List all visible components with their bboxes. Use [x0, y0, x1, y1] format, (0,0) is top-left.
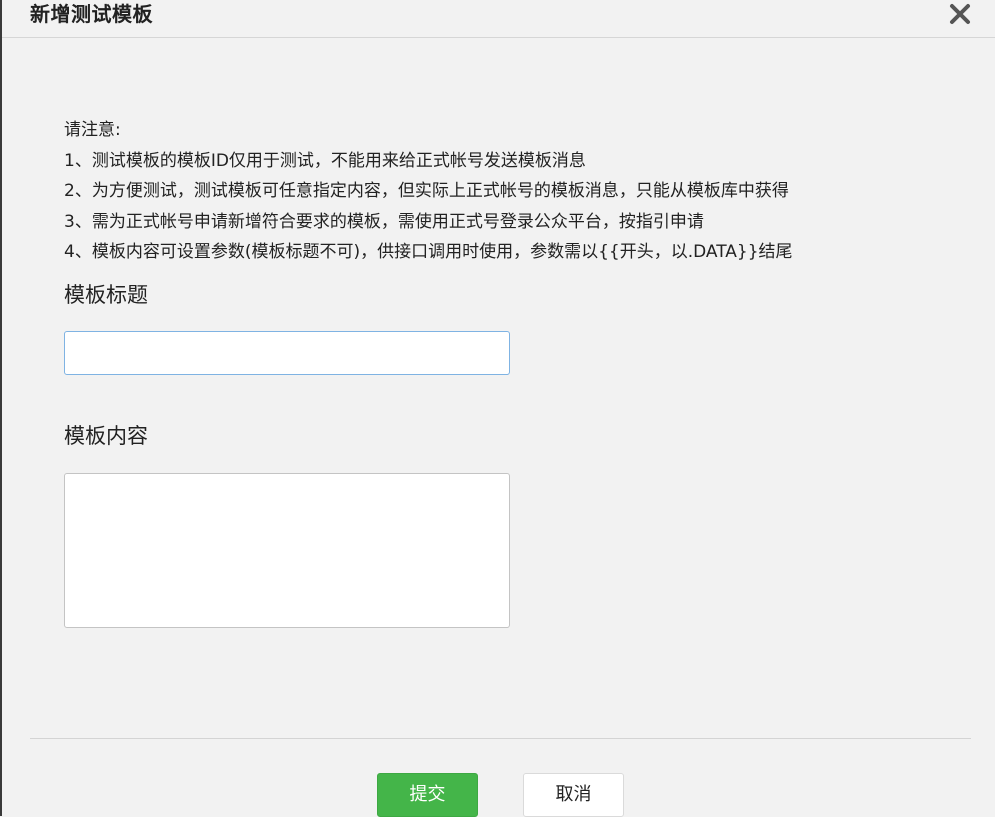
template-content-textarea[interactable]	[64, 473, 510, 628]
submit-button[interactable]: 提交	[377, 773, 478, 817]
template-title-input[interactable]	[64, 331, 510, 375]
dialog-header: 新增测试模板	[2, 0, 995, 38]
footer-divider	[30, 738, 971, 739]
notice-line: 1、测试模板的模板ID仅用于测试，不能用来给正式帐号发送模板消息	[64, 150, 586, 171]
dialog-title: 新增测试模板	[30, 2, 153, 26]
close-icon[interactable]	[947, 1, 973, 27]
notice-line: 3、需为正式帐号申请新增符合要求的模板，需使用正式号登录公众平台，按指引申请	[64, 211, 704, 232]
notice-block: 请注意: 1、测试模板的模板ID仅用于测试，不能用来给正式帐号发送模板消息 2、…	[64, 115, 964, 268]
notice-heading: 请注意:	[64, 120, 121, 140]
template-content-label: 模板内容	[64, 424, 148, 448]
notice-line: 4、模板内容可设置参数(模板标题不可)，供接口调用时使用，参数需以{{开头，以.…	[64, 242, 793, 262]
window-edge	[0, 0, 2, 816]
new-test-template-dialog: 新增测试模板 请注意: 1、测试模板的模板ID仅用于测试，不能用来给正式帐号发送…	[0, 0, 995, 817]
notice-line: 2、为方便测试，测试模板可任意指定内容，但实际上正式帐号的模板消息，只能从模板库…	[64, 181, 789, 201]
template-title-label: 模板标题	[64, 283, 148, 307]
cancel-button[interactable]: 取消	[523, 773, 624, 817]
